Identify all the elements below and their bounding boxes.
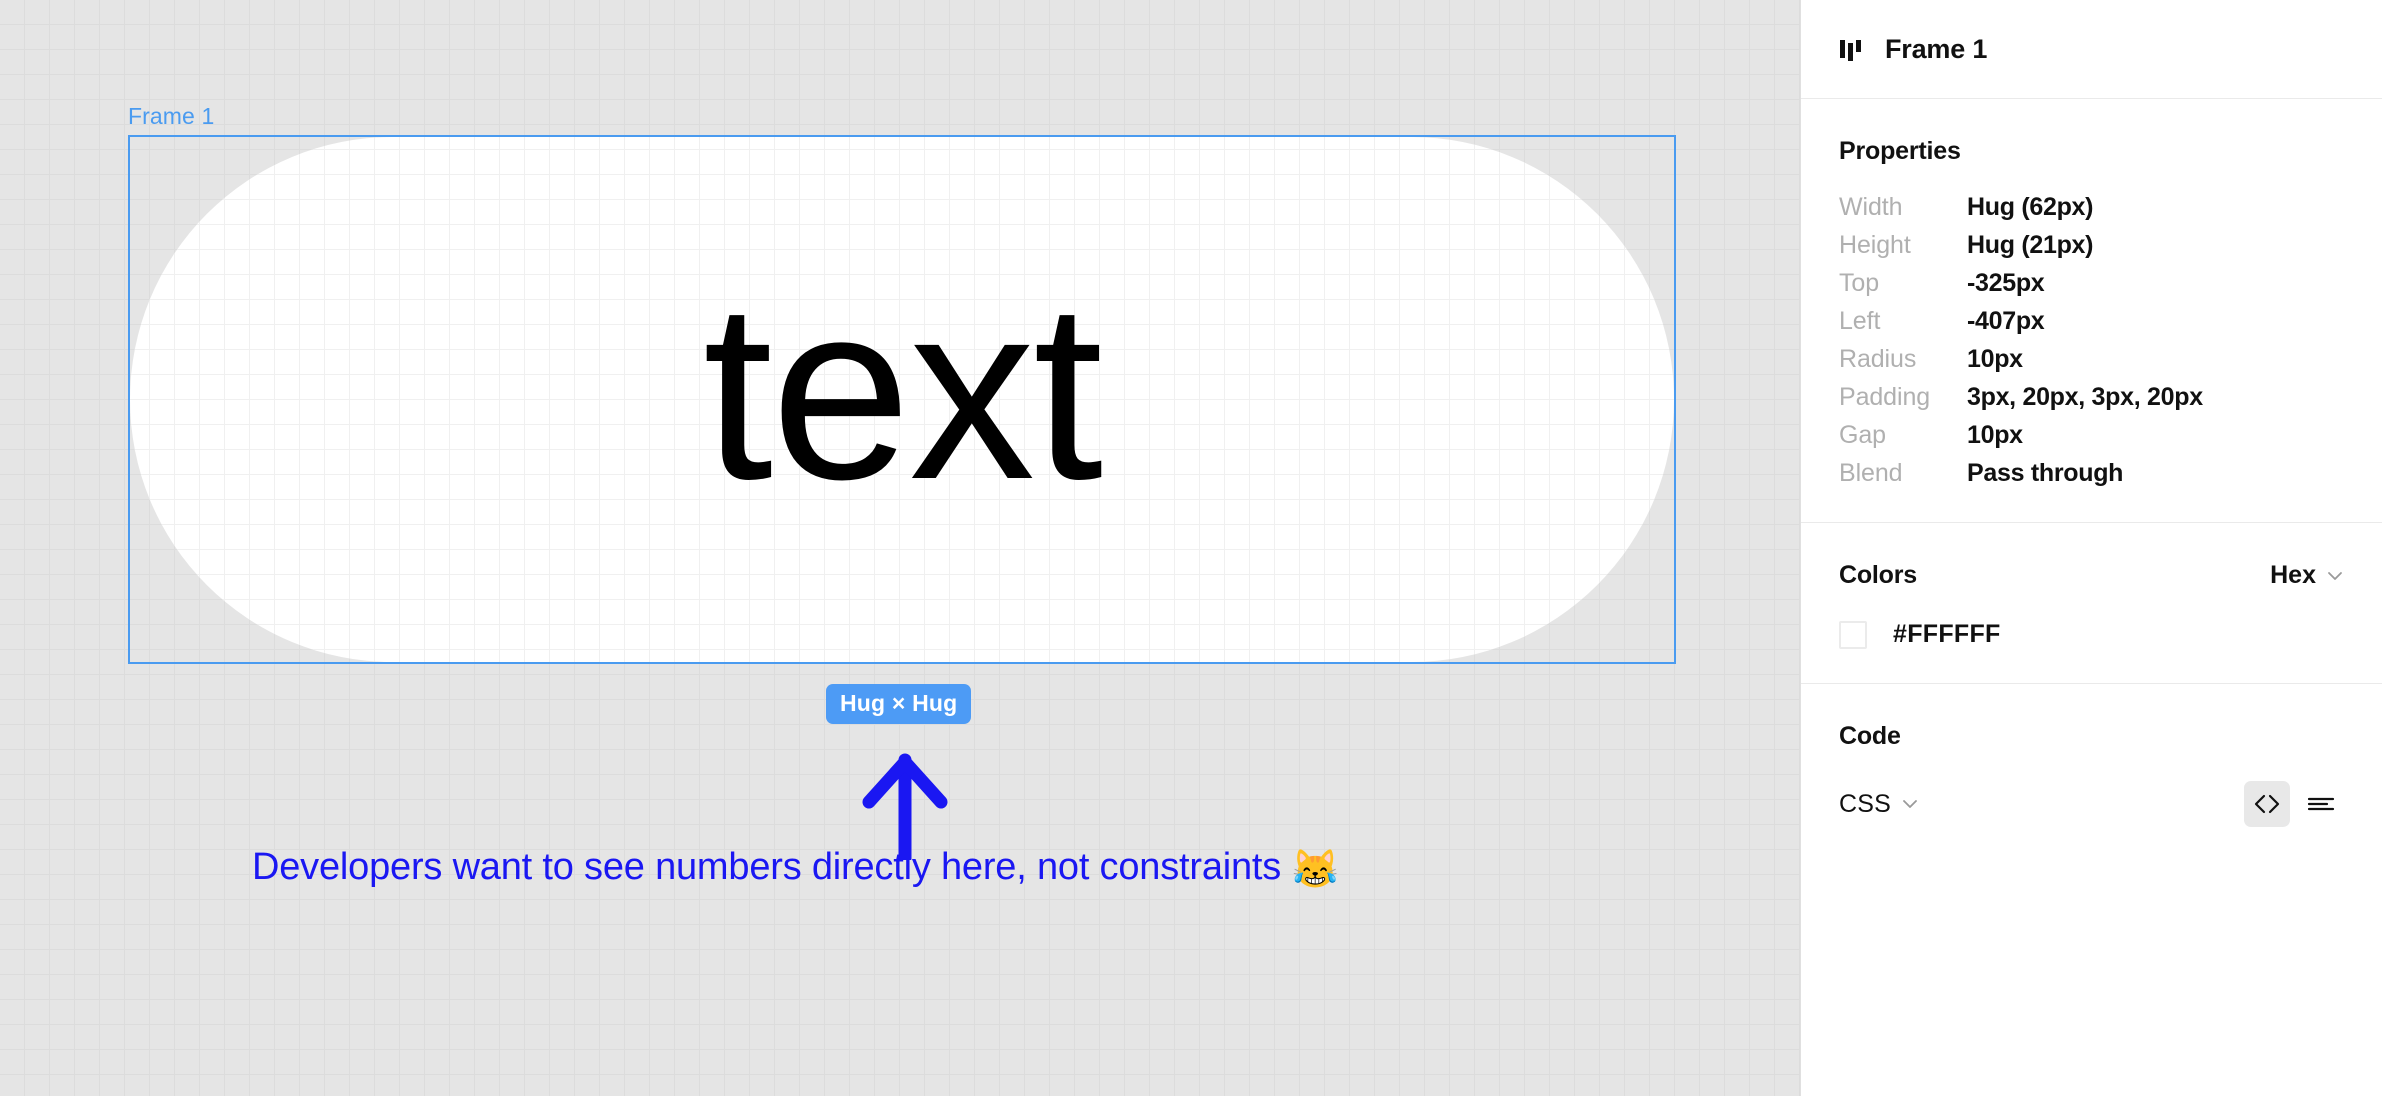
code-section: Code CSS	[1801, 684, 2382, 847]
size-badge: Hug × Hug	[826, 684, 972, 724]
property-key: Padding	[1839, 382, 1931, 411]
element-text-label: text	[702, 250, 1103, 532]
property-value[interactable]: 3px, 20px, 3px, 20px	[1967, 383, 2203, 412]
property-value[interactable]: 10px	[1967, 421, 2023, 450]
design-canvas[interactable]: Frame 1 text Hug × Hug Developers want t…	[0, 0, 1800, 1096]
autolayout-icon	[1840, 40, 1861, 61]
property-key: Height	[1839, 230, 1911, 259]
properties-title: Properties	[1839, 137, 1961, 165]
code-controls-row: CSS	[1839, 781, 2344, 827]
property-key: Blend	[1839, 458, 1903, 487]
property-row-width: Width Hug (62px)	[1839, 188, 2344, 226]
colors-title: Colors	[1839, 561, 1917, 589]
colors-header: Colors Hex	[1839, 561, 2344, 590]
color-swatch-row[interactable]: #FFFFFF	[1839, 620, 2344, 649]
properties-section: Properties Width Hug (62px) Height Hug (…	[1801, 99, 2382, 522]
property-row-padding: Padding 3px, 20px, 3px, 20px	[1839, 378, 2344, 416]
annotation-note: Developers want to see numbers directly …	[252, 845, 1339, 892]
colors-section: Colors Hex #FFFFFF	[1801, 523, 2382, 683]
property-key: Radius	[1839, 344, 1917, 373]
frame-outline[interactable]: text	[128, 135, 1676, 664]
panel-header-title: Frame 1	[1885, 33, 1988, 64]
property-value[interactable]: -407px	[1967, 307, 2045, 336]
color-swatch[interactable]	[1839, 620, 1867, 649]
code-view-toggle-group	[2244, 781, 2344, 827]
text-lines-icon	[2307, 797, 2335, 811]
property-value[interactable]: -325px	[1967, 269, 2045, 298]
properties-list: Width Hug (62px) Height Hug (21px) Top -…	[1839, 188, 2344, 522]
property-row-gap: Gap 10px	[1839, 416, 2344, 454]
property-value[interactable]: Hug (62px)	[1967, 193, 2093, 222]
frame-label[interactable]: Frame 1	[128, 105, 214, 128]
property-value[interactable]: Hug (21px)	[1967, 231, 2093, 260]
property-row-left: Left -407px	[1839, 302, 2344, 340]
annotation-note-text: Developers want to see numbers directly …	[252, 846, 1282, 888]
color-format-dropdown[interactable]: Hex	[2270, 561, 2344, 590]
property-key: Top	[1839, 268, 1880, 297]
code-language-value: CSS	[1839, 789, 1892, 818]
chevron-down-icon	[2328, 571, 2342, 580]
property-value[interactable]: 10px	[1967, 345, 2023, 374]
cat-joy-emoji: 😹	[1291, 849, 1339, 891]
app-root: Frame 1 text Hug × Hug Developers want t…	[0, 0, 2382, 1096]
frame-element-pill[interactable]: text	[130, 137, 1674, 662]
panel-header: Frame 1	[1801, 0, 2382, 98]
up-arrow-icon	[862, 753, 948, 860]
property-value[interactable]: Pass through	[1967, 459, 2123, 488]
inspect-panel: Frame 1 Properties Width Hug (62px) Heig…	[1800, 0, 2382, 1096]
code-language-dropdown[interactable]: CSS	[1839, 790, 1919, 819]
code-brackets-button[interactable]	[2244, 781, 2290, 827]
color-format-value: Hex	[2270, 561, 2316, 589]
property-row-height: Height Hug (21px)	[1839, 226, 2344, 264]
property-row-radius: Radius 10px	[1839, 340, 2344, 378]
property-row-top: Top -325px	[1839, 264, 2344, 302]
text-lines-button[interactable]	[2298, 781, 2344, 827]
property-key: Width	[1839, 192, 1903, 221]
property-row-blend: Blend Pass through	[1839, 454, 2344, 492]
chevron-down-icon	[1903, 800, 1917, 808]
property-key: Left	[1839, 306, 1881, 335]
code-title: Code	[1839, 722, 1901, 750]
property-key: Gap	[1839, 420, 1886, 449]
code-brackets-icon	[2254, 794, 2280, 814]
color-hex-value[interactable]: #FFFFFF	[1893, 620, 2001, 649]
